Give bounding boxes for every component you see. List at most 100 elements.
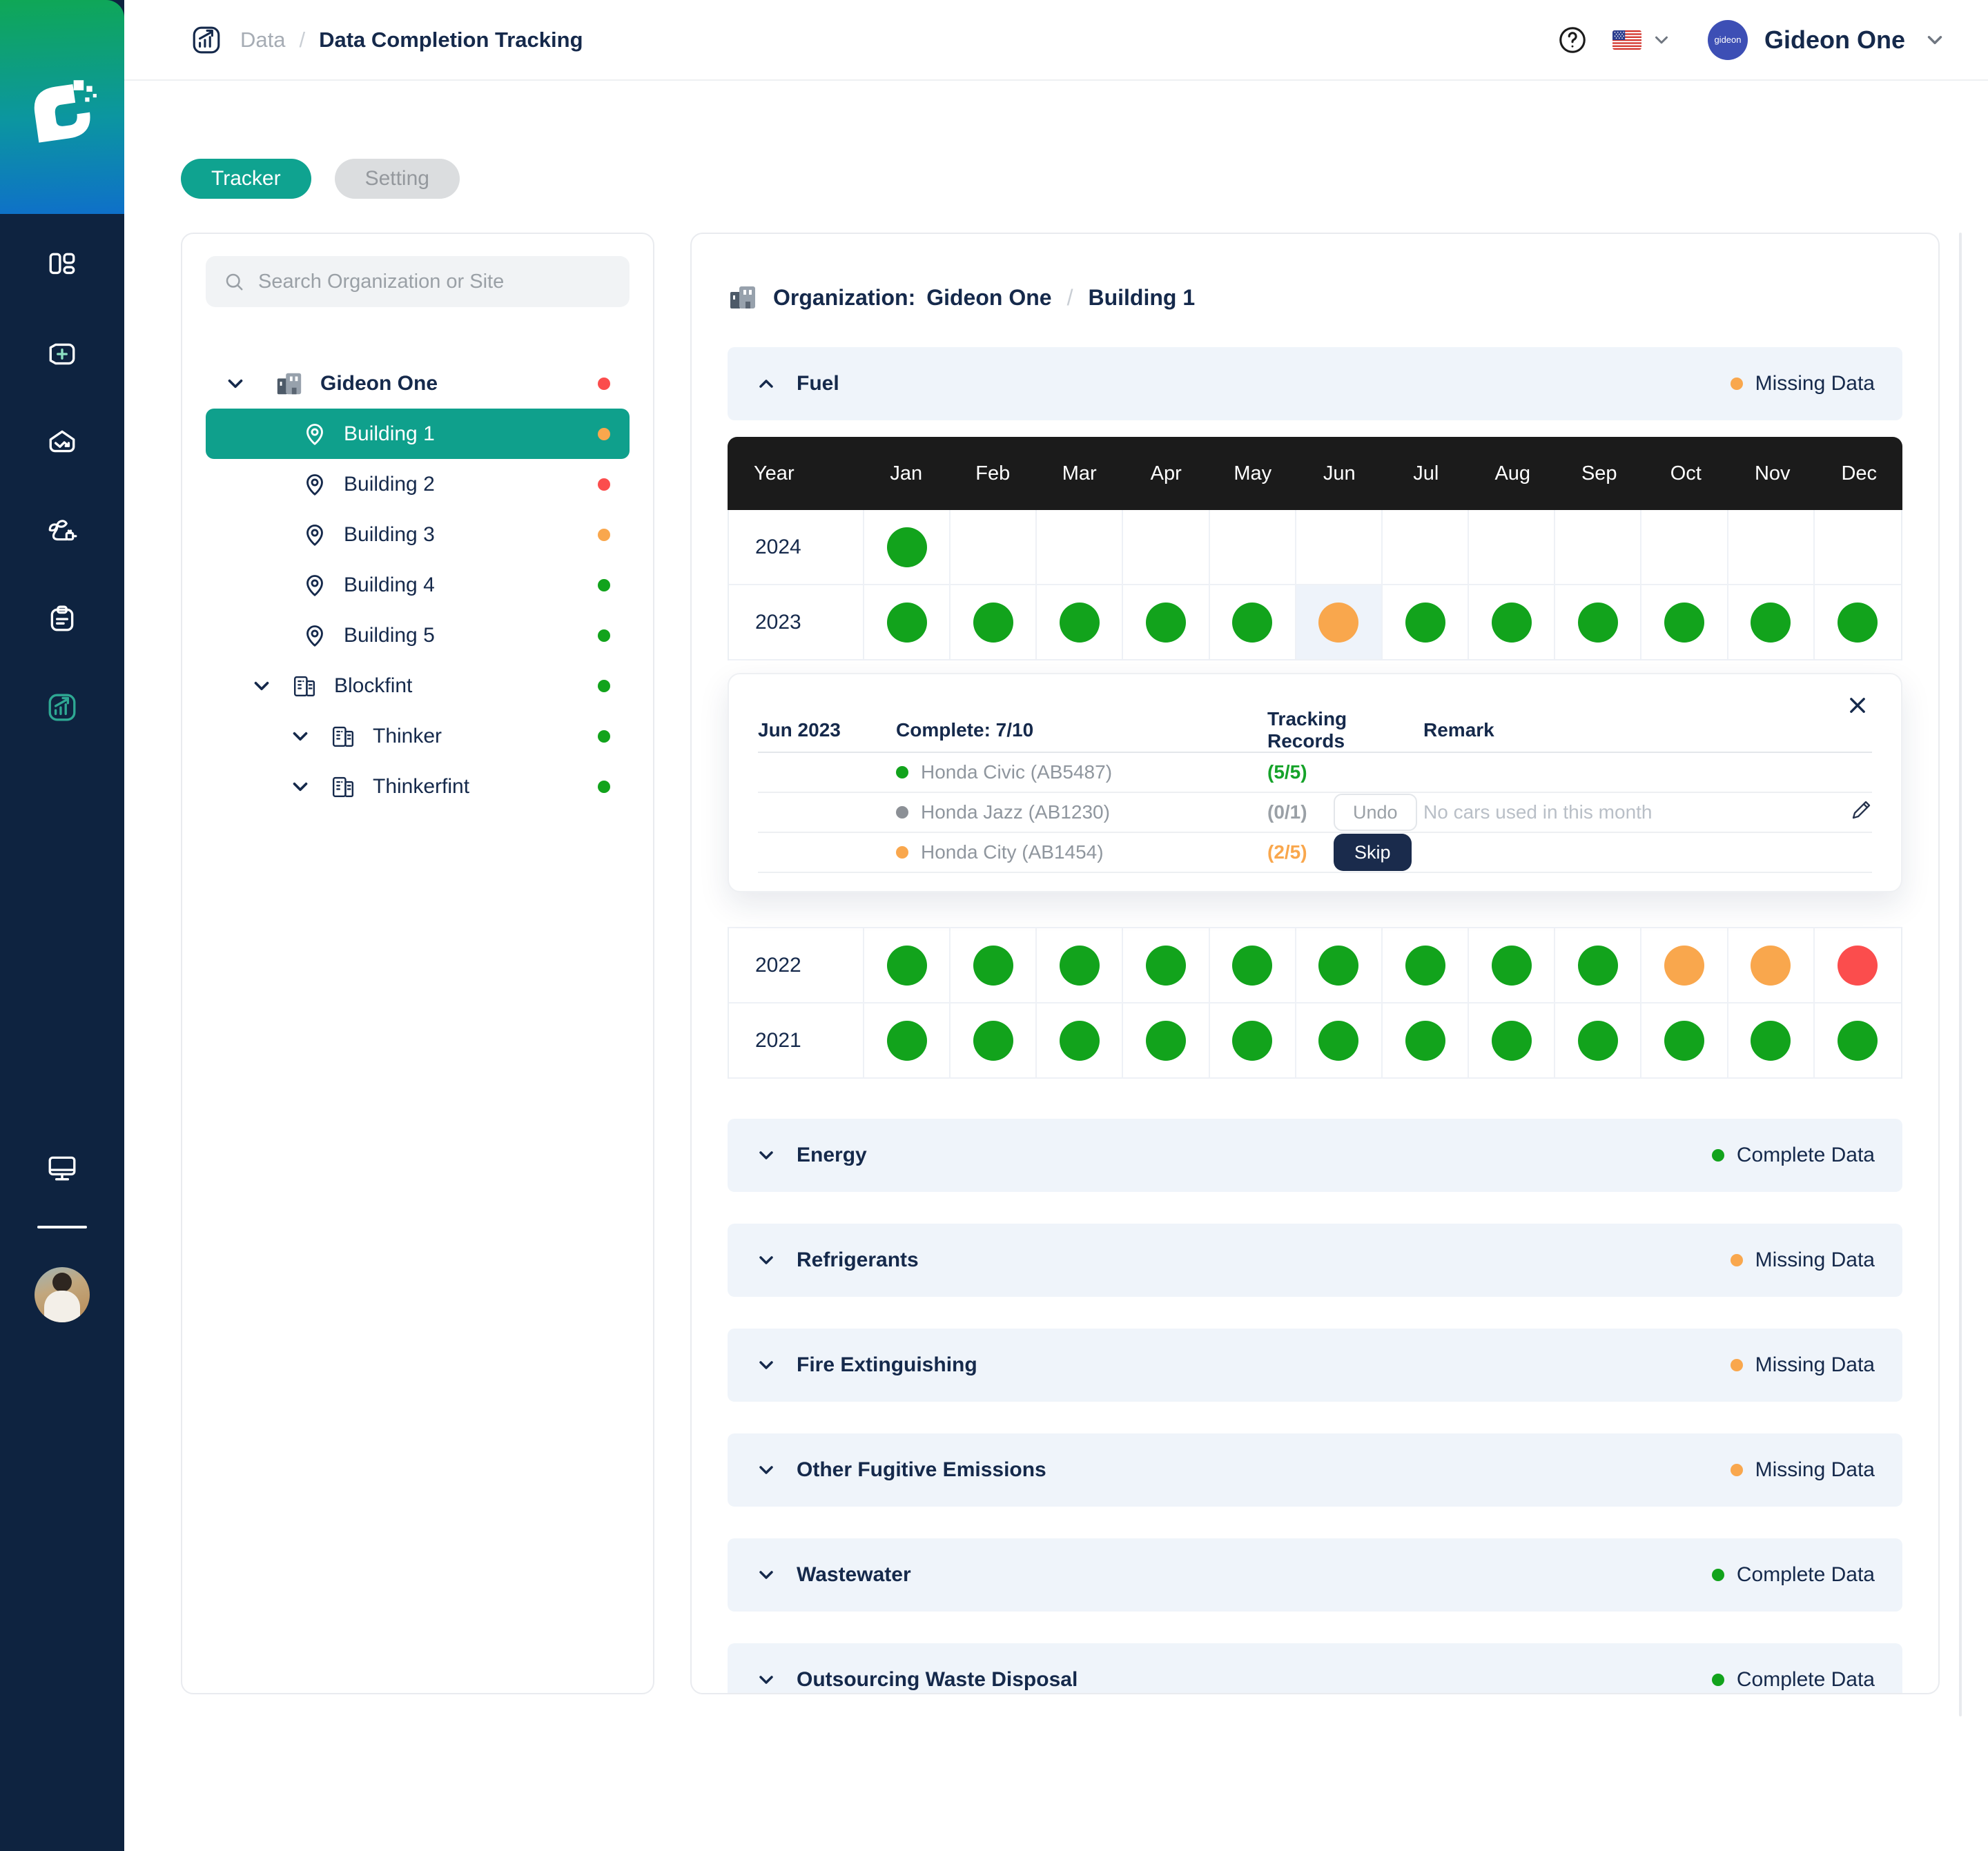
cell-2023-jul[interactable]: [1383, 585, 1469, 660]
cell-2023-feb[interactable]: [951, 585, 1037, 660]
cell-2023-may[interactable]: [1210, 585, 1296, 660]
month-status-dot-red[interactable]: [1838, 946, 1878, 986]
cell-2021-dec[interactable]: [1815, 1003, 1901, 1079]
month-status-dot-green[interactable]: [1664, 603, 1704, 643]
month-status-dot-green[interactable]: [887, 603, 927, 643]
cell-2022-jul[interactable]: [1383, 928, 1469, 1003]
cell-2021-jul[interactable]: [1383, 1003, 1469, 1079]
help-icon[interactable]: [1557, 25, 1588, 55]
section-expand-toggle[interactable]: Fire Extinguishing: [755, 1353, 977, 1377]
month-status-dot-orange[interactable]: [1318, 603, 1358, 643]
section-expand-toggle[interactable]: Refrigerants: [755, 1248, 919, 1272]
scrollbar[interactable]: [1959, 233, 1962, 1716]
user-menu-chevron-down-icon[interactable]: [1923, 28, 1947, 52]
cell-2022-may[interactable]: [1210, 928, 1296, 1003]
cell-2021-may[interactable]: [1210, 1003, 1296, 1079]
cell-2023-oct[interactable]: [1641, 585, 1728, 660]
chevron-down-icon[interactable]: [289, 775, 312, 799]
org-avatar[interactable]: gideon: [1708, 20, 1748, 60]
add-square-icon[interactable]: [46, 338, 78, 370]
cell-2022-jan[interactable]: [864, 928, 951, 1003]
section-expand-toggle[interactable]: Energy: [755, 1144, 867, 1167]
cell-2021-oct[interactable]: [1641, 1003, 1728, 1079]
chevron-down-icon[interactable]: [224, 372, 247, 395]
month-status-dot-green[interactable]: [1060, 1021, 1100, 1061]
month-status-dot-green[interactable]: [1405, 603, 1445, 643]
cell-2023-apr[interactable]: [1123, 585, 1209, 660]
month-status-dot-green[interactable]: [1232, 603, 1272, 643]
month-status-dot-orange[interactable]: [1664, 946, 1704, 986]
close-icon[interactable]: [1846, 694, 1869, 717]
cell-2021-nov[interactable]: [1728, 1003, 1815, 1079]
month-status-dot-green[interactable]: [887, 1021, 927, 1061]
cell-2023-aug[interactable]: [1469, 585, 1555, 660]
month-status-dot-green[interactable]: [1146, 946, 1186, 986]
month-status-dot-green[interactable]: [1664, 1021, 1704, 1061]
month-status-dot-green[interactable]: [1578, 603, 1618, 643]
cell-2021-jun[interactable]: [1296, 1003, 1383, 1079]
chevron-down-icon[interactable]: [250, 674, 273, 698]
cell-2022-dec[interactable]: [1815, 928, 1901, 1003]
cell-2021-feb[interactable]: [951, 1003, 1037, 1079]
chevron-down-icon[interactable]: [289, 725, 312, 748]
data-tracking-chart-icon[interactable]: [46, 692, 78, 723]
edit-pen-icon[interactable]: [1849, 799, 1872, 827]
cell-2024-jan[interactable]: [864, 510, 951, 585]
tree-item-thinkerfint[interactable]: Thinkerfint: [206, 761, 630, 812]
cell-2021-apr[interactable]: [1123, 1003, 1209, 1079]
month-status-dot-green[interactable]: [1405, 1021, 1445, 1061]
month-status-dot-green[interactable]: [973, 946, 1013, 986]
month-status-dot-green[interactable]: [1318, 946, 1358, 986]
search-input[interactable]: [258, 271, 612, 293]
tree-item-building-4[interactable]: Building 4: [206, 560, 630, 610]
month-status-dot-green[interactable]: [1751, 1021, 1791, 1061]
month-status-dot-orange[interactable]: [1751, 946, 1791, 986]
app-logo[interactable]: [0, 0, 124, 214]
tree-item-building-2[interactable]: Building 2: [206, 459, 630, 509]
month-status-dot-green[interactable]: [1492, 603, 1532, 643]
user-photo-avatar[interactable]: [35, 1267, 90, 1322]
cell-2021-aug[interactable]: [1469, 1003, 1555, 1079]
cell-2022-sep[interactable]: [1555, 928, 1641, 1003]
month-status-dot-green[interactable]: [1232, 946, 1272, 986]
cell-2023-dec[interactable]: [1815, 585, 1901, 660]
section-expand-toggle[interactable]: Other Fugitive Emissions: [755, 1458, 1046, 1482]
month-status-dot-green[interactable]: [1405, 946, 1445, 986]
tree-item-building-3[interactable]: Building 3: [206, 509, 630, 560]
month-status-dot-green[interactable]: [1838, 603, 1878, 643]
cell-2022-oct[interactable]: [1641, 928, 1728, 1003]
plant-energy-icon[interactable]: [46, 515, 78, 547]
language-flag-icon[interactable]: [1612, 30, 1641, 50]
cell-2022-apr[interactable]: [1123, 928, 1209, 1003]
tree-item-gideon-one[interactable]: Gideon One: [206, 358, 630, 409]
cell-2022-feb[interactable]: [951, 928, 1037, 1003]
cell-2023-nov[interactable]: [1728, 585, 1815, 660]
dashboard-grid-icon[interactable]: [46, 250, 78, 282]
org-name[interactable]: Gideon One: [926, 285, 1051, 311]
section-expand-toggle[interactable]: Outsourcing Waste Disposal: [755, 1668, 1078, 1692]
month-status-dot-green[interactable]: [887, 946, 927, 986]
cell-2022-nov[interactable]: [1728, 928, 1815, 1003]
skip-button[interactable]: Skip: [1334, 834, 1412, 871]
tab-tracker[interactable]: Tracker: [181, 159, 311, 199]
cell-2021-sep[interactable]: [1555, 1003, 1641, 1079]
cell-2022-jun[interactable]: [1296, 928, 1383, 1003]
section-expand-toggle[interactable]: Wastewater: [755, 1563, 911, 1587]
cell-2021-jan[interactable]: [864, 1003, 951, 1079]
month-status-dot-green[interactable]: [973, 1021, 1013, 1061]
month-status-dot-green[interactable]: [1146, 603, 1186, 643]
cell-2023-sep[interactable]: [1555, 585, 1641, 660]
tree-item-building-5[interactable]: Building 5: [206, 610, 630, 660]
cell-2023-jun[interactable]: [1296, 585, 1383, 660]
month-status-dot-green[interactable]: [887, 527, 927, 567]
cell-2022-aug[interactable]: [1469, 928, 1555, 1003]
fuel-collapse-toggle[interactable]: Fuel: [755, 372, 839, 395]
tree-item-building-1[interactable]: Building 1: [206, 409, 630, 459]
cell-2022-mar[interactable]: [1037, 928, 1123, 1003]
month-status-dot-green[interactable]: [1318, 1021, 1358, 1061]
tab-setting[interactable]: Setting: [335, 159, 460, 199]
month-status-dot-green[interactable]: [1838, 1021, 1878, 1061]
month-status-dot-green[interactable]: [1060, 603, 1100, 643]
monitor-icon[interactable]: [46, 1152, 78, 1184]
tree-item-blockfint[interactable]: Blockfint: [206, 660, 630, 711]
